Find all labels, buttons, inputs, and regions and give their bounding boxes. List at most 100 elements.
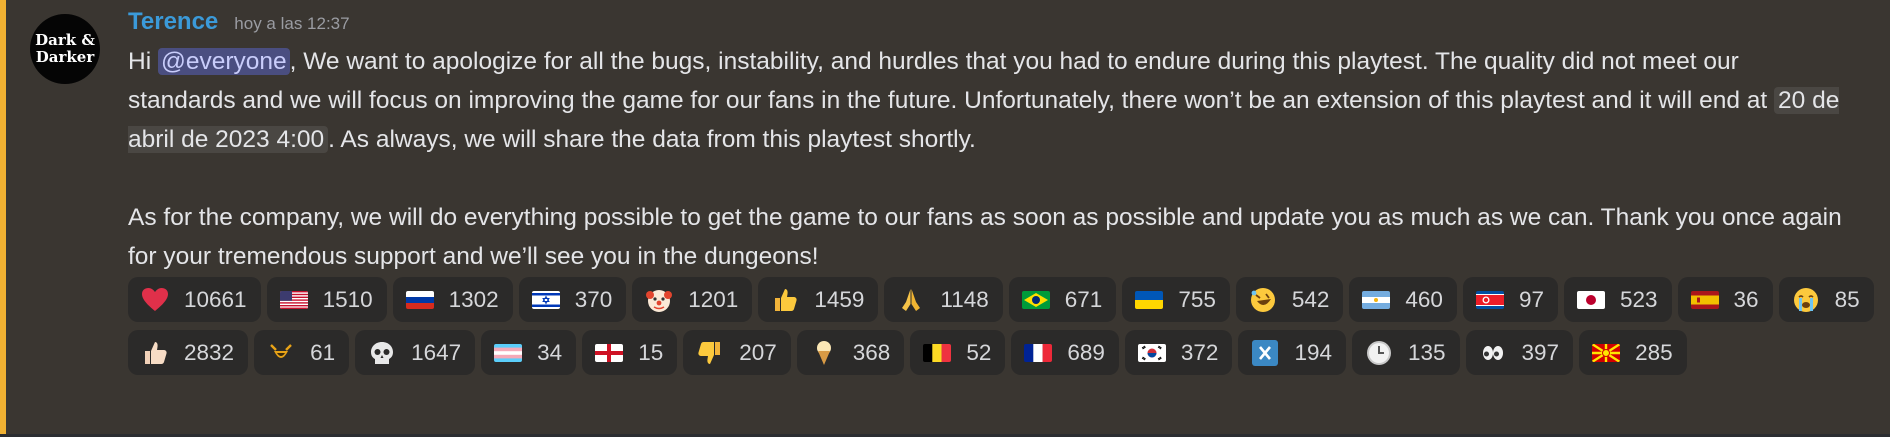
flag-il-icon (531, 287, 561, 313)
text-segment: . As always, we will share the data from… (328, 126, 976, 153)
reaction-count: 671 (1064, 286, 1103, 312)
reaction-count: 368 (852, 339, 891, 365)
thumbs-down-icon (695, 340, 725, 366)
reaction-count: 194 (1294, 339, 1332, 365)
reaction-count: 85 (1834, 286, 1860, 312)
custom-emote-icon (266, 340, 296, 366)
flag-us-icon (279, 287, 309, 313)
flag-ru-icon (405, 287, 435, 313)
avatar-text-line2: Darker (35, 48, 95, 66)
folded-hands-icon (896, 287, 926, 313)
reaction-button[interactable]: 1201 (632, 277, 753, 322)
reaction-button[interactable]: 1510 (266, 277, 387, 322)
reaction-button[interactable]: 689 (1011, 330, 1119, 375)
reaction-count: 460 (1405, 286, 1443, 312)
message-paragraph-2: As for the company, we will do everythin… (128, 204, 1842, 270)
flag-es-icon (1690, 287, 1720, 313)
reaction-button[interactable]: 36 (1677, 277, 1773, 322)
message-paragraph-1: Hi @everyone, We want to apologize for a… (128, 42, 1848, 159)
chat-message: Dark & Darker Terence hoy a las 12:37 Hi… (0, 0, 1890, 437)
reaction-count: 523 (1619, 286, 1658, 312)
reaction-button[interactable]: 1459 (758, 277, 879, 322)
reaction-button[interactable]: 97 (1462, 277, 1558, 322)
flag-mk-icon (1591, 340, 1621, 366)
avatar-text-line1: Dark & (35, 31, 95, 49)
heart-icon (140, 287, 170, 313)
reaction-count: 207 (739, 339, 777, 365)
reaction-button[interactable]: 542 (1235, 277, 1344, 322)
reaction-button[interactable]: 523 (1563, 277, 1672, 322)
reaction-button[interactable]: 15 (582, 330, 678, 375)
reaction-count: 370 (574, 286, 613, 312)
flag-fr-icon (1023, 340, 1053, 366)
thumbs-up-light-icon (140, 340, 170, 366)
reaction-count: 36 (1733, 286, 1759, 312)
flag-kp-icon (1475, 287, 1505, 313)
reaction-button[interactable]: 755 (1122, 277, 1230, 322)
avatar[interactable]: Dark & Darker (30, 14, 100, 84)
reaction-count: 15 (638, 339, 664, 365)
reaction-count: 397 (1521, 339, 1560, 365)
reaction-button[interactable]: 61 (254, 330, 350, 375)
reaction-button[interactable]: 34 (481, 330, 577, 375)
reaction-button[interactable]: 372 (1124, 330, 1233, 375)
reaction-count: 1510 (322, 286, 373, 312)
everyone-mention[interactable]: @everyone (157, 48, 290, 75)
flag-england-icon (594, 340, 624, 366)
text-segment: , We want to apologize for all the bugs,… (128, 48, 1775, 114)
reaction-count: 1302 (448, 286, 499, 312)
reaction-button[interactable]: 285 (1579, 330, 1687, 375)
reaction-count: 542 (1291, 286, 1330, 312)
reaction-count: 34 (537, 339, 563, 365)
reaction-button[interactable]: 368 (796, 330, 905, 375)
reaction-count: 689 (1067, 339, 1105, 365)
clown-face-icon (644, 287, 674, 313)
reaction-count: 10661 (184, 286, 247, 312)
timestamp: hoy a las 12:37 (234, 14, 350, 33)
reaction-button[interactable]: 85 (1778, 277, 1874, 322)
flag-jp-icon (1576, 287, 1606, 313)
flag-br-icon (1021, 287, 1051, 313)
reaction-button[interactable]: 207 (683, 330, 791, 375)
reaction-button[interactable]: 194 (1238, 330, 1346, 375)
skull-icon (367, 340, 397, 366)
message-content: Hi @everyone, We want to apologize for a… (128, 42, 1848, 276)
text-segment: Hi (128, 48, 158, 75)
reaction-count: 97 (1518, 286, 1544, 312)
reaction-button[interactable]: 52 (910, 330, 1006, 375)
reaction-button[interactable]: 1148 (884, 277, 1003, 322)
reaction-count: 285 (1635, 339, 1673, 365)
reaction-button[interactable]: 10661 (128, 277, 261, 322)
reaction-count: 52 (966, 339, 992, 365)
x-box-icon (1250, 339, 1280, 366)
reaction-button[interactable]: 2832 (128, 330, 249, 375)
reaction-button[interactable]: 397 (1465, 330, 1574, 375)
reaction-count: 1148 (940, 286, 989, 312)
reaction-count: 1459 (814, 286, 865, 312)
flag-ua-icon (1134, 287, 1164, 313)
reaction-count: 135 (1407, 339, 1446, 365)
thumbs-up-icon (770, 287, 800, 313)
flag-ar-icon (1361, 287, 1391, 313)
reaction-button[interactable]: 671 (1008, 277, 1117, 322)
flag-kr-icon (1137, 340, 1167, 366)
reaction-button[interactable]: 460 (1349, 277, 1457, 322)
reaction-button[interactable]: 1302 (392, 277, 513, 322)
ice-cream-icon (809, 340, 839, 366)
reaction-button[interactable]: 135 (1351, 330, 1460, 375)
reaction-button[interactable]: 1647 (355, 330, 476, 375)
username[interactable]: Terence (128, 8, 218, 36)
eyes-icon (1478, 340, 1508, 366)
reaction-count: 61 (310, 339, 336, 365)
crying-face-icon (1791, 287, 1821, 313)
reaction-count: 755 (1178, 286, 1216, 312)
reaction-count: 1647 (411, 339, 462, 365)
message-header: Terence hoy a las 12:37 (128, 8, 350, 36)
reactions-bar: 10661 1510 1302 370 1201 1459 1148 671 755 542 460… (128, 277, 1888, 375)
flag-be-icon (922, 340, 952, 366)
reaction-count: 1201 (688, 286, 739, 312)
reaction-button[interactable]: 370 (518, 277, 627, 322)
rofl-face-icon (1248, 287, 1278, 313)
clock-icon (1364, 340, 1394, 366)
flag-transgender-icon (493, 340, 523, 366)
